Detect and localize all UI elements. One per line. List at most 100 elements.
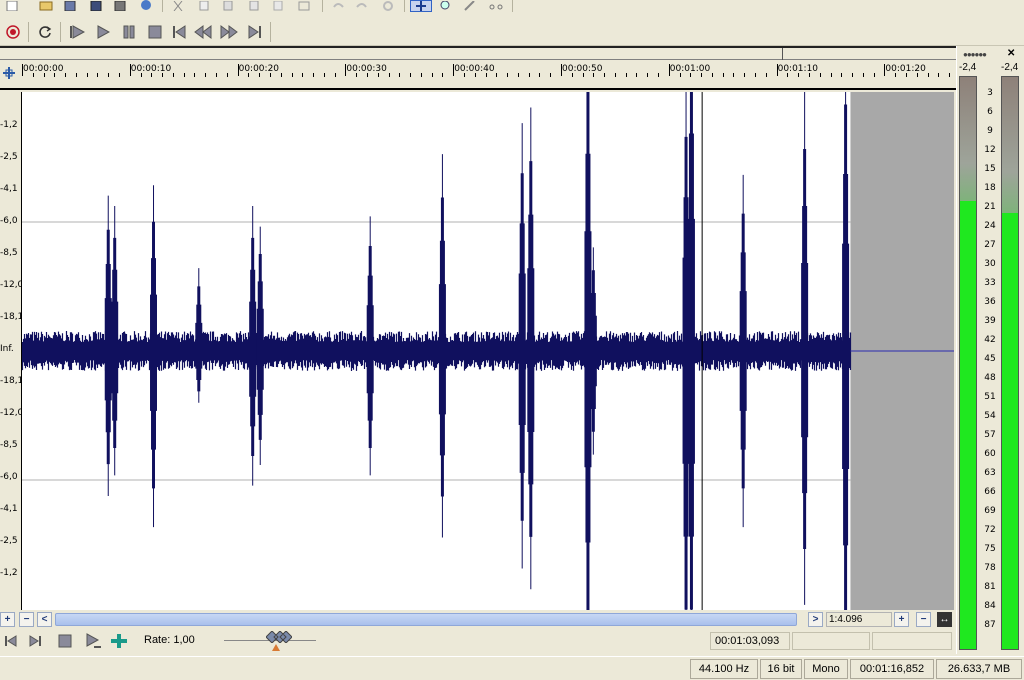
- stop-icon[interactable]: [56, 632, 74, 650]
- ruler-minor-tick: [507, 73, 509, 77]
- record-icon[interactable]: [4, 23, 22, 41]
- grip-icon[interactable]: ●●●●●●: [963, 50, 987, 59]
- paste-icon[interactable]: [220, 0, 236, 12]
- save-icon[interactable]: [62, 0, 78, 12]
- status-bar: 44.100 Hz 16 bit Mono 00:01:16,852 26.63…: [0, 656, 1024, 680]
- loop-icon[interactable]: [36, 23, 54, 41]
- ruler-minor-tick: [97, 73, 99, 77]
- paste-new-icon[interactable]: [246, 0, 262, 12]
- transport-toolbar: [0, 16, 1024, 46]
- ruler-minor-tick: [410, 73, 412, 77]
- meter-db-label: 66: [984, 487, 996, 497]
- rate-label: Rate: 1,00: [144, 634, 195, 646]
- amplitude-label: -8,5: [0, 440, 18, 450]
- scroll-left-icon[interactable]: <: [37, 612, 52, 627]
- meter-db-label: 72: [984, 525, 996, 535]
- ruler-minor-tick: [744, 73, 746, 77]
- play-icon[interactable]: [94, 23, 112, 41]
- previous-marker-icon[interactable]: [2, 632, 20, 650]
- crop-icon[interactable]: [296, 0, 312, 12]
- ruler-minor-tick: [248, 73, 250, 77]
- pause-icon[interactable]: [120, 23, 138, 41]
- magnify-tool-icon[interactable]: [438, 0, 454, 12]
- zoom-out-vertical-icon[interactable]: −: [19, 612, 34, 627]
- repeat-icon[interactable]: [380, 0, 396, 12]
- save-as-icon[interactable]: [88, 0, 104, 12]
- open-folder-icon[interactable]: [38, 0, 54, 12]
- edit-tool-icon[interactable]: [410, 0, 432, 12]
- scrub-tool-icon[interactable]: [488, 0, 504, 12]
- ruler-minor-tick: [32, 73, 34, 77]
- waveform-spike: [111, 205, 119, 476]
- play-icon[interactable]: [84, 632, 102, 650]
- scroll-thumb[interactable]: [55, 613, 797, 626]
- ruler-minor-tick: [755, 73, 757, 77]
- meter-db-label: 84: [984, 601, 996, 611]
- meter-db-label: 87: [984, 620, 996, 630]
- ruler-minor-tick: [205, 73, 207, 77]
- properties-icon[interactable]: [138, 0, 154, 12]
- play-from-start-icon[interactable]: [68, 23, 86, 41]
- ruler-minor-tick: [183, 73, 185, 77]
- level-meter: ●●●●●● ✕ -2,4 -2,4 3 6 9 12 15 18 21 24 27 30 33 36…: [956, 46, 1024, 654]
- ruler-minor-tick: [873, 73, 875, 77]
- save-all-icon[interactable]: [112, 0, 128, 12]
- rewind-icon[interactable]: [194, 23, 212, 41]
- meter-db-label: 39: [984, 316, 996, 326]
- close-icon[interactable]: ✕: [1007, 48, 1015, 59]
- paste-mix-icon[interactable]: [270, 0, 286, 12]
- undo-icon[interactable]: [330, 0, 346, 12]
- ruler-minor-tick: [388, 73, 390, 77]
- toolbar-separator: [404, 0, 405, 12]
- redo-icon[interactable]: [354, 0, 370, 12]
- ruler-minor-tick: [269, 73, 271, 77]
- waveform-view[interactable]: [22, 92, 954, 610]
- amplitude-label: -1,2: [0, 120, 18, 130]
- snap-icon[interactable]: [0, 64, 18, 82]
- go-to-start-icon[interactable]: [170, 23, 188, 41]
- ruler-minor-tick: [399, 73, 401, 77]
- scroll-right-icon[interactable]: >: [808, 612, 823, 627]
- edit-toolbar: [0, 0, 1024, 16]
- pencil-tool-icon[interactable]: [462, 0, 478, 12]
- zoom-in-icon[interactable]: +: [894, 612, 909, 627]
- ruler-minor-tick: [474, 73, 476, 77]
- zoom-in-vertical-icon[interactable]: +: [0, 612, 15, 627]
- cut-icon[interactable]: [170, 0, 186, 12]
- channels: Mono: [804, 659, 848, 679]
- peak-left: -2,4: [959, 62, 977, 73]
- audio-editor-window: 00:00:00 00:00:10 00:00:20 00:00:30 00:00:40…: [0, 0, 1024, 680]
- zoom-ratio-field[interactable]: 1:4.096: [826, 612, 892, 627]
- ruler-minor-tick: [701, 73, 703, 77]
- rate-slider-knob[interactable]: [265, 630, 293, 644]
- amplitude-label: -12,0: [0, 280, 24, 290]
- waveform-body: [22, 331, 852, 371]
- ruler-minor-tick: [604, 73, 606, 77]
- timeline-ruler[interactable]: 00:00:00 00:00:10 00:00:20 00:00:30 00:00:40…: [0, 60, 956, 90]
- ruler-minor-tick: [852, 73, 854, 77]
- overview-bar[interactable]: [0, 48, 956, 60]
- waveform-spike: [256, 226, 264, 465]
- horizontal-scrollbar[interactable]: + − < > 1:4.096 + − ↔: [0, 610, 956, 628]
- ruler-minor-tick: [517, 73, 519, 77]
- amplitude-label: -12,0: [0, 408, 24, 418]
- zoom-out-icon[interactable]: −: [916, 612, 931, 627]
- new-file-icon[interactable]: [4, 0, 20, 12]
- playback-bar: Rate: 1,00 00:01:03,093: [0, 628, 956, 654]
- ruler-minor-tick: [496, 73, 498, 77]
- ruler-minor-tick: [431, 73, 433, 77]
- next-marker-icon[interactable]: [26, 632, 44, 650]
- scrub-play-icon[interactable]: [110, 632, 128, 650]
- meter-db-label: 51: [984, 392, 996, 402]
- stop-icon[interactable]: [146, 23, 164, 41]
- ruler-minor-tick: [54, 73, 56, 77]
- ruler-minor-tick: [798, 73, 800, 77]
- fast-forward-icon[interactable]: [220, 23, 238, 41]
- copy-icon[interactable]: [196, 0, 212, 12]
- ruler-minor-tick: [722, 73, 724, 77]
- ruler-minor-tick: [442, 73, 444, 77]
- meter-db-label: 60: [984, 449, 996, 459]
- zoom-fit-icon[interactable]: ↔: [937, 612, 952, 627]
- go-to-end-icon[interactable]: [246, 23, 264, 41]
- ruler-minor-tick: [226, 73, 228, 77]
